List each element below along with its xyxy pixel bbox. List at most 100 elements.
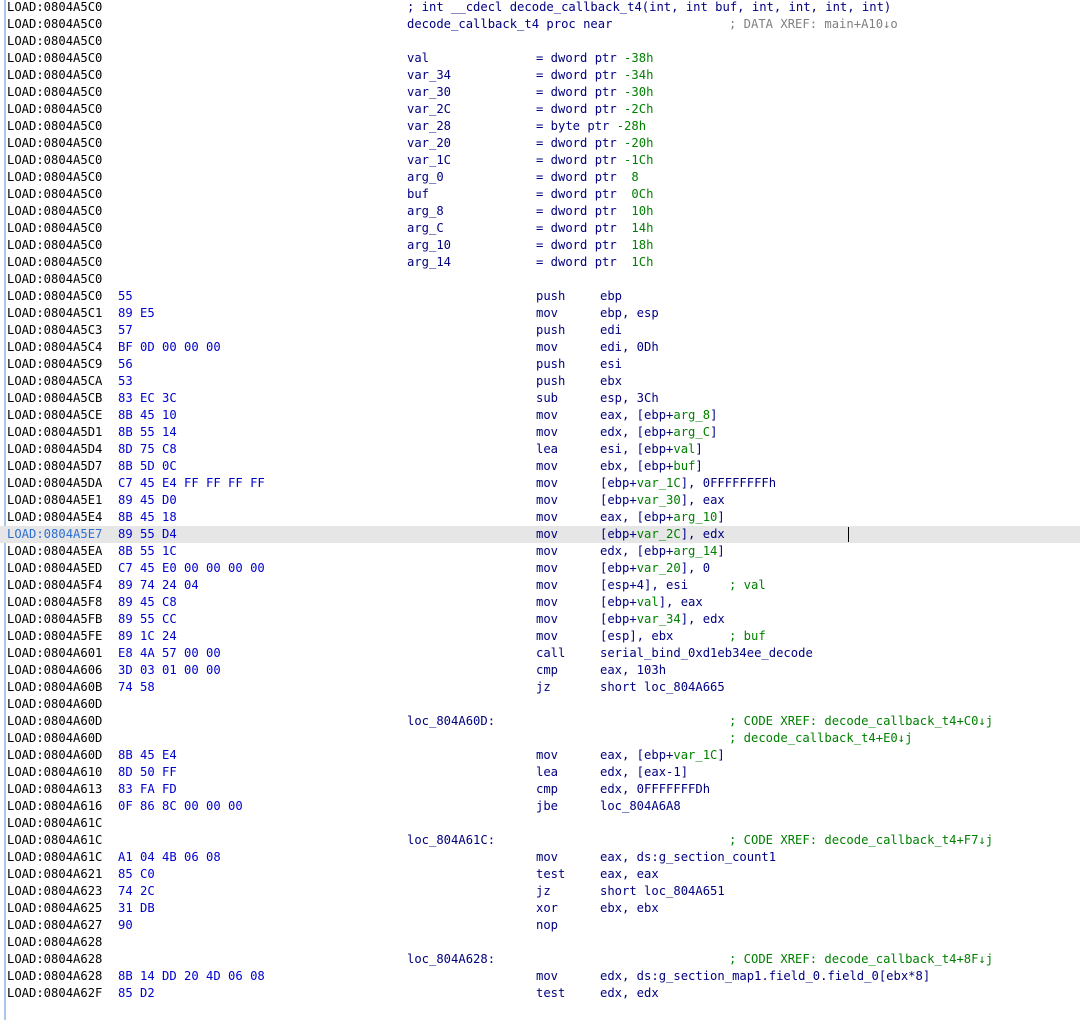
mnemonic[interactable]: test (536, 866, 565, 883)
listing-line[interactable]: LOAD:0804A5C0 var_34 = dword ptr -34h (0, 67, 1080, 84)
listing-line[interactable]: LOAD:0804A5C4 BF 0D 00 00 00 mov edi, 0Dh (0, 339, 1080, 356)
listing-line[interactable]: LOAD:0804A625 31 DB xor ebx, ebx (0, 900, 1080, 917)
operands[interactable]: [esp+4], esi (600, 577, 688, 594)
listing-line[interactable]: LOAD:0804A606 3D 03 01 00 00 cmp eax, 103h (0, 662, 1080, 679)
operands[interactable]: edx, ds:g_section_map1.field_0.field_0[e… (600, 968, 930, 985)
operands[interactable]: ebx, [ebp+buf] (600, 458, 703, 475)
stack-var-ref[interactable]: var_34 (637, 612, 681, 626)
operands[interactable]: ebp (600, 288, 622, 305)
mnemonic[interactable]: mov (536, 747, 558, 764)
listing-line[interactable]: LOAD:0804A5C0 var_30 = dword ptr -30h (0, 84, 1080, 101)
listing-line[interactable]: LOAD:0804A623 74 2C jz short loc_804A651 (0, 883, 1080, 900)
proc-declaration[interactable]: decode_callback_t4 proc near (407, 16, 612, 33)
listing-line[interactable]: LOAD:0804A5C0 var_20 = dword ptr -20h (0, 135, 1080, 152)
mnemonic[interactable]: mov (536, 407, 558, 424)
listing-line[interactable]: LOAD:0804A5C3 57 push edi (0, 322, 1080, 339)
listing-line[interactable]: LOAD:0804A61C loc_804A61C: ; CODE XREF: … (0, 832, 1080, 849)
operands[interactable]: edx, [eax-1] (600, 764, 688, 781)
listing-line[interactable]: LOAD:0804A628 (0, 934, 1080, 951)
listing-line[interactable]: LOAD:0804A5F4 89 74 24 04 mov [esp+4], esi;… (0, 577, 1080, 594)
stack-var-name[interactable]: arg_C (407, 220, 444, 237)
mnemonic[interactable]: mov (536, 339, 558, 356)
listing-line[interactable]: LOAD:0804A60B 74 58 jz short loc_804A665 (0, 679, 1080, 696)
listing-line[interactable]: LOAD:0804A621 85 C0 test eax, eax (0, 866, 1080, 883)
stack-var-ref[interactable]: var_20 (637, 561, 681, 575)
mnemonic[interactable]: cmp (536, 781, 558, 798)
mnemonic[interactable]: nop (536, 917, 558, 934)
operands[interactable]: [ebp+var_30], eax (600, 492, 725, 509)
stack-var-ref[interactable]: arg_10 (673, 510, 717, 524)
listing-line[interactable]: LOAD:0804A5C0 buf = dword ptr 0Ch (0, 186, 1080, 203)
operands[interactable]: [ebp+var_20], 0 (600, 560, 710, 577)
mnemonic[interactable]: push (536, 373, 565, 390)
operands[interactable]: eax, [ebp+var_1C] (600, 747, 725, 764)
operands[interactable]: esp, 3Ch (600, 390, 659, 407)
mnemonic[interactable]: call (536, 645, 565, 662)
operands[interactable]: [ebp+val], eax (600, 594, 703, 611)
listing-line[interactable]: LOAD:0804A5FB 89 55 CC mov [ebp+var_34], ed… (0, 611, 1080, 628)
mnemonic[interactable]: push (536, 288, 565, 305)
operands[interactable]: edx, 0FFFFFFFDh (600, 781, 710, 798)
mnemonic[interactable]: mov (536, 543, 558, 560)
operands[interactable]: edx, [ebp+arg_14] (600, 543, 725, 560)
operands[interactable]: [ebp+var_2C], edx (600, 526, 725, 543)
stack-var-ref[interactable]: var_2C (637, 527, 681, 541)
stack-var-name[interactable]: arg_0 (407, 169, 444, 186)
listing-line[interactable]: LOAD:0804A5ED C7 45 E0 00 00 00 00 mov [ebp… (0, 560, 1080, 577)
operands[interactable]: eax, [ebp+arg_8] (600, 407, 717, 424)
stack-var-name[interactable]: var_30 (407, 84, 451, 101)
stack-var-name[interactable]: var_2C (407, 101, 451, 118)
stack-var-name[interactable]: arg_8 (407, 203, 444, 220)
listing-line[interactable]: LOAD:0804A610 8D 50 FF lea edx, [eax-1] (0, 764, 1080, 781)
mnemonic[interactable]: push (536, 322, 565, 339)
operands[interactable]: eax, 103h (600, 662, 666, 679)
operands[interactable]: esi, [ebp+val] (600, 441, 703, 458)
listing-line[interactable]: LOAD:0804A61C (0, 815, 1080, 832)
mnemonic[interactable]: mov (536, 492, 558, 509)
mnemonic[interactable]: jz (536, 679, 551, 696)
operands[interactable]: [ebp+var_1C], 0FFFFFFFFh (600, 475, 776, 492)
listing-line[interactable]: LOAD:0804A613 83 FA FD cmp edx, 0FFFFFFFDh (0, 781, 1080, 798)
listing-line[interactable]: LOAD:0804A627 90 nop (0, 917, 1080, 934)
code-label[interactable]: loc_804A628: (407, 951, 495, 968)
listing-line[interactable]: LOAD:0804A60D 8B 45 E4 mov eax, [ebp+var_1C… (0, 747, 1080, 764)
operands[interactable]: ebx, ebx (600, 900, 659, 917)
listing-line[interactable]: LOAD:0804A5EA 8B 55 1C mov edx, [ebp+arg_14… (0, 543, 1080, 560)
listing-line[interactable]: LOAD:0804A5C0 arg_8 = dword ptr 10h (0, 203, 1080, 220)
stack-var-ref[interactable]: var_1C (673, 748, 717, 762)
stack-var-name[interactable]: arg_10 (407, 237, 451, 254)
mnemonic[interactable]: mov (536, 577, 558, 594)
mnemonic[interactable]: lea (536, 764, 558, 781)
mnemonic[interactable]: lea (536, 441, 558, 458)
mnemonic[interactable]: mov (536, 424, 558, 441)
operands[interactable]: edx, edx (600, 985, 659, 1002)
operands[interactable]: edi (600, 322, 622, 339)
listing-line[interactable]: LOAD:0804A60D (0, 696, 1080, 713)
code-label[interactable]: loc_804A61C: (407, 832, 495, 849)
listing-line[interactable]: LOAD:0804A5D7 8B 5D 0C mov ebx, [ebp+buf] (0, 458, 1080, 475)
stack-var-name[interactable]: buf (407, 186, 429, 203)
listing-line[interactable]: LOAD:0804A5C9 56 push esi (0, 356, 1080, 373)
listing-line-selected[interactable]: LOAD:0804A5E7 89 55 D4 mov [ebp+var_2C], ed… (0, 526, 1080, 543)
code-xref-comment[interactable]: ; CODE XREF: decode_callback_t4+8F↓j (729, 951, 993, 968)
stack-var-ref[interactable]: arg_C (673, 425, 710, 439)
operands[interactable]: ebp, esp (600, 305, 659, 322)
listing-line[interactable]: LOAD:0804A61C A1 04 4B 06 08 mov eax, ds:g_… (0, 849, 1080, 866)
mnemonic[interactable]: mov (536, 611, 558, 628)
operands[interactable]: edi, 0Dh (600, 339, 659, 356)
listing-line[interactable]: LOAD:0804A5C0 arg_C = dword ptr 14h (0, 220, 1080, 237)
mnemonic[interactable]: mov (536, 628, 558, 645)
listing-line[interactable]: LOAD:0804A62F 85 D2 test edx, edx (0, 985, 1080, 1002)
code-label[interactable]: loc_804A60D: (407, 713, 495, 730)
operands[interactable]: esi (600, 356, 622, 373)
stack-var-name[interactable]: var_1C (407, 152, 451, 169)
listing-line[interactable]: LOAD:0804A5C0 var_28 = byte ptr -28h (0, 118, 1080, 135)
stack-var-ref[interactable]: arg_8 (673, 408, 710, 422)
listing-line[interactable]: LOAD:0804A5C0 decode_callback_t4 proc ne… (0, 16, 1080, 33)
listing-line[interactable]: LOAD:0804A5C0 (0, 271, 1080, 288)
mnemonic[interactable]: xor (536, 900, 558, 917)
listing-line[interactable]: LOAD:0804A5C0 arg_10 = dword ptr 18h (0, 237, 1080, 254)
operands[interactable]: ebx (600, 373, 622, 390)
operands[interactable]: edx, [ebp+arg_C] (600, 424, 717, 441)
listing-line[interactable]: LOAD:0804A5E1 89 45 D0 mov [ebp+var_30], ea… (0, 492, 1080, 509)
